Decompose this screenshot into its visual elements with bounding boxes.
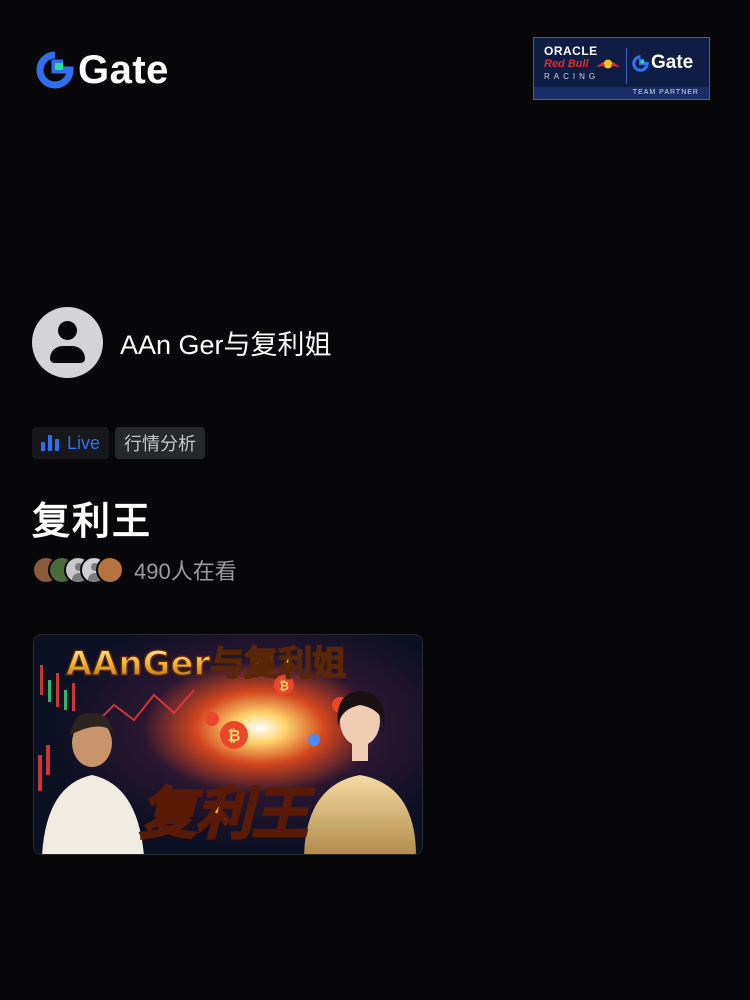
host-name[interactable]: AAn Ger与复利姐 — [120, 323, 332, 362]
viewer-avatar — [96, 556, 124, 584]
stream-title: 复利王 — [32, 501, 153, 543]
partner-gate-text: Gate — [651, 52, 694, 73]
stream-tags: Live 行情分析 — [32, 427, 206, 459]
svg-text:₿: ₿ — [227, 726, 240, 745]
gate-logo-icon — [36, 51, 74, 89]
thumb-banner-text: AAnGer与复利姐 — [66, 644, 347, 684]
gate-logo[interactable]: Gate — [36, 50, 169, 90]
category-tag[interactable]: 行情分析 — [115, 427, 206, 459]
bull-icon — [596, 59, 620, 69]
partner-gate-logo: Gate — [632, 52, 693, 74]
avatar-body-icon — [50, 346, 85, 363]
partner-racing-text: RACING — [544, 72, 600, 81]
viewer-count: 490人在看 — [134, 559, 237, 584]
partner-divider — [626, 48, 627, 84]
viewers-row: 490人在看 — [32, 554, 237, 586]
team-partner-badge: ORACLE Red Bull RACING Gate TEAM PARTNER — [533, 37, 710, 100]
avatar-head-icon — [58, 321, 77, 340]
partner-oracle-text: ORACLE — [544, 44, 598, 58]
host-avatar[interactable] — [32, 307, 103, 378]
host-info[interactable]: AAn Ger与复利姐 — [32, 307, 332, 378]
partner-gate-icon — [632, 54, 649, 72]
thumbnail-image: ₿ ₿ AAnGer与复利姐 复利王 — [34, 635, 422, 854]
stream-thumbnail[interactable]: ₿ ₿ AAnGer与复利姐 复利王 — [33, 634, 423, 855]
thumb-center-text: 复利王 — [140, 782, 315, 847]
live-tag: Live — [32, 427, 110, 459]
partner-redbull-text: Red Bull — [544, 58, 589, 70]
live-bars-icon — [41, 435, 59, 451]
partner-footer: TEAM PARTNER — [534, 87, 709, 99]
logo-text: Gate — [78, 48, 169, 92]
live-label: Live — [67, 432, 101, 453]
